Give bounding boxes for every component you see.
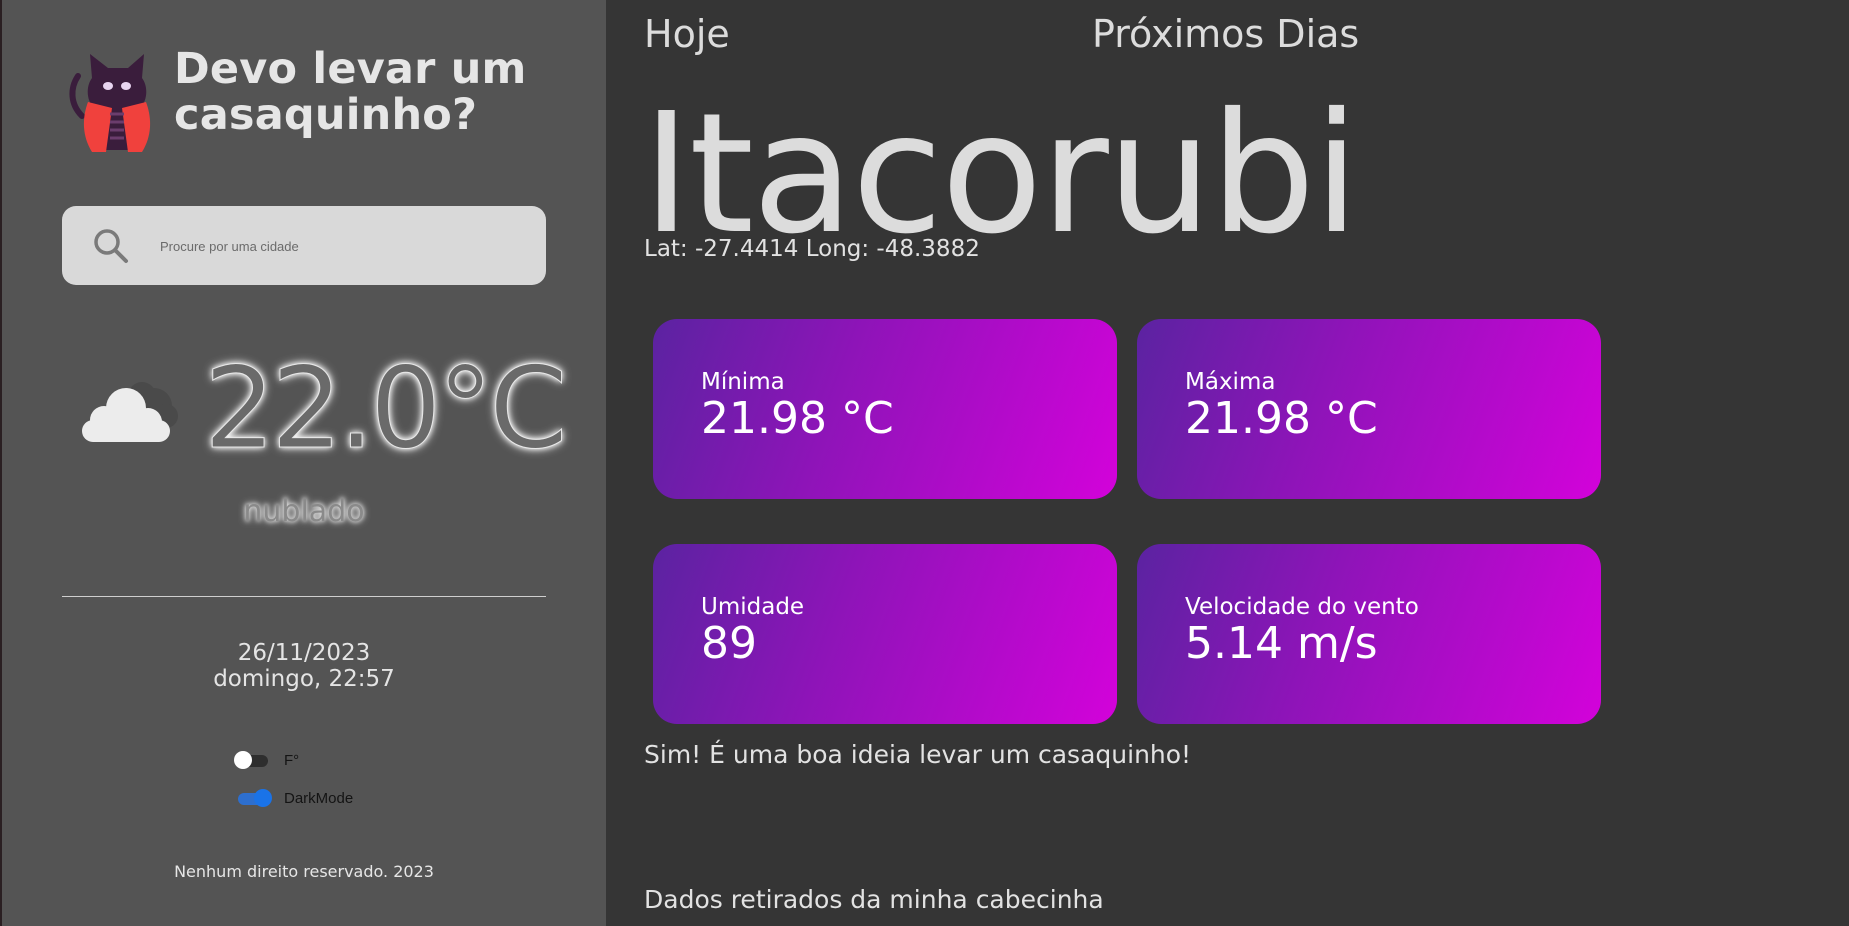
card-value: 89 bbox=[701, 618, 757, 669]
weekday-time: domingo, 22:57 bbox=[213, 666, 395, 692]
card-value: 5.14 m/s bbox=[1185, 618, 1378, 669]
card-label: Máxima bbox=[1185, 369, 1276, 395]
darkmode-toggle-row: DarkMode bbox=[234, 785, 353, 811]
current-temperature: 22.0°C bbox=[204, 344, 569, 475]
jacket-advice: Sim! É uma boa ideia levar um casaquinho… bbox=[644, 740, 1192, 769]
wind-speed-card: Velocidade do vento 5.14 m/s bbox=[1137, 544, 1601, 724]
cloud-icon bbox=[82, 382, 178, 442]
min-temp-card: Mínima 21.98 °C bbox=[653, 319, 1117, 499]
data-source-note: Dados retirados da minha cabecinha bbox=[644, 885, 1104, 914]
card-value: 21.98 °C bbox=[1185, 393, 1378, 444]
vampire-cat-icon bbox=[69, 54, 151, 152]
weather-description: nublado bbox=[243, 494, 365, 529]
current-date: 26/11/2023 bbox=[237, 640, 371, 666]
darkmode-toggle[interactable] bbox=[234, 789, 272, 807]
max-temp-card: Máxima 21.98 °C bbox=[1137, 319, 1601, 499]
card-label: Umidade bbox=[701, 594, 805, 620]
darkmode-label: DarkMode bbox=[284, 789, 354, 807]
coordinates: Lat: -27.4414 Long: -48.3882 bbox=[644, 236, 980, 262]
tab-today[interactable]: Hoje bbox=[644, 12, 730, 56]
tab-next-days[interactable]: Próximos Dias bbox=[1092, 12, 1359, 56]
search-icon[interactable] bbox=[92, 227, 130, 265]
search-input[interactable] bbox=[158, 228, 522, 264]
card-label: Velocidade do vento bbox=[1185, 594, 1419, 620]
sidebar: Devo levar um casaquinho? 22.0°C nublado… bbox=[2, 0, 606, 926]
date-time: 26/11/2023 domingo, 22:57 bbox=[2, 640, 606, 692]
fahrenheit-toggle[interactable] bbox=[234, 751, 272, 769]
card-label: Mínima bbox=[701, 369, 785, 395]
fahrenheit-label: F° bbox=[284, 751, 300, 769]
fahrenheit-toggle-row: F° bbox=[234, 747, 299, 773]
app-title: Devo levar um casaquinho? bbox=[174, 44, 527, 140]
card-value: 21.98 °C bbox=[701, 393, 894, 444]
brand: Devo levar um casaquinho? bbox=[68, 46, 528, 156]
footer-text: Nenhum direito reservado. 2023 bbox=[174, 862, 434, 881]
divider bbox=[62, 596, 546, 597]
humidity-card: Umidade 89 bbox=[653, 544, 1117, 724]
main-panel: Hoje Próximos Dias Itacorubi Lat: -27.44… bbox=[606, 0, 1849, 926]
search-bar[interactable] bbox=[62, 206, 546, 285]
